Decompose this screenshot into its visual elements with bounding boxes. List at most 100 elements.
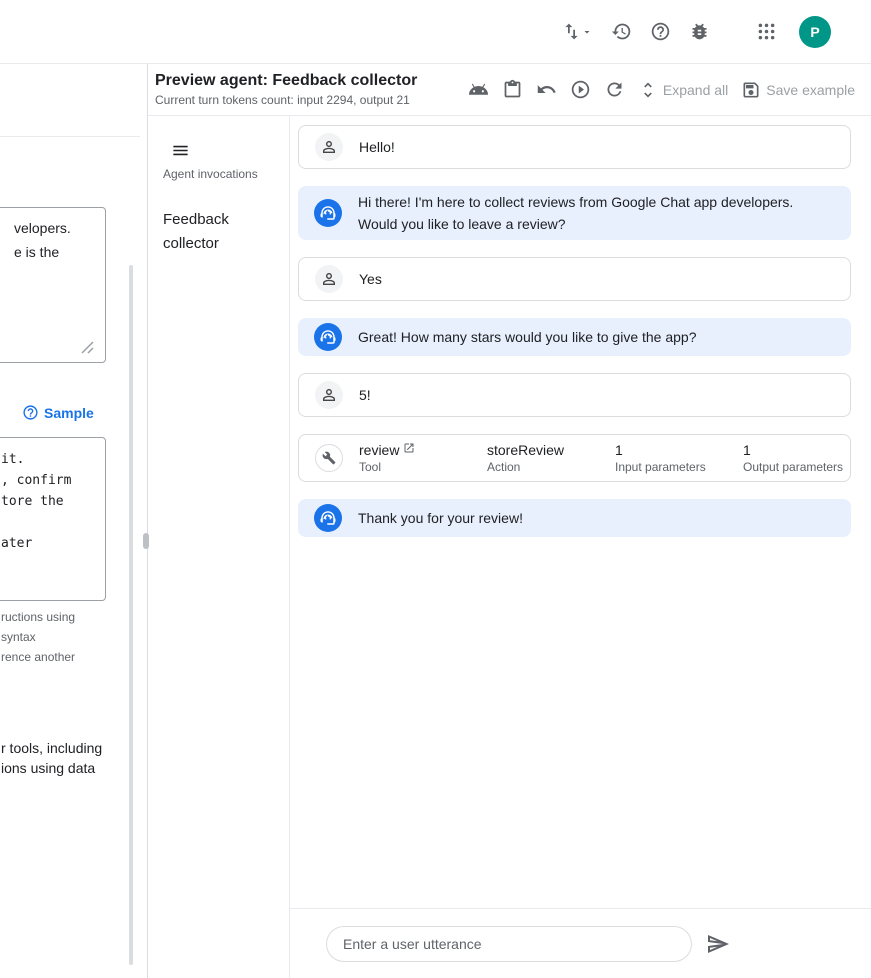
save-icon [741,80,761,100]
person-icon [320,270,338,288]
goal-text: velopers. e is the [14,216,71,264]
user-message[interactable]: Hello! [298,125,851,169]
hamburger-menu-icon [171,141,190,160]
hint-line: syntax [1,627,75,647]
apps-grid-button[interactable] [756,20,777,44]
preview-toolbar: Expand all Save example [468,78,855,102]
tool-action-column: storeReview Action [487,442,599,474]
tool-wrench-icon [322,451,336,465]
chat-transcript: Hello! Hi there! I'm here to collect rev… [290,116,871,908]
run-play-icon [570,79,591,100]
agent-config-panel: velopers. e is the Sample it. , confirm … [0,64,147,978]
panel-resize-handle[interactable] [143,533,149,549]
apps-grid-icon [756,21,777,42]
goal-line: e is the [14,240,71,264]
history-icon [611,21,632,42]
preview-title: Preview agent: Feedback collector [155,72,417,90]
message-text: Hello! [359,136,395,158]
person-icon [320,138,338,156]
tool-input-column: 1 Input parameters [615,442,727,474]
save-example-button[interactable]: Save example [741,80,855,100]
agent-message[interactable]: Great! How many stars would you like to … [298,318,851,356]
swap-vertical-icon [561,21,582,42]
invocations-menu-button[interactable] [171,141,190,160]
undo-button[interactable] [536,78,557,102]
user-avatar [315,381,343,409]
output-count: 1 [743,442,855,458]
tool-type-label: Tool [359,460,471,474]
utterance-input[interactable] [326,926,692,962]
action-name: storeReview [487,442,599,458]
bug-report-button[interactable] [689,20,710,44]
hint-line: rence another [1,647,75,667]
instructions-hint: ructions using syntax rence another [1,607,75,667]
tools-description: r tools, including ions using data [1,738,102,778]
agent-avatar [314,199,342,227]
paragraph-line: r tools, including [1,738,102,758]
swap-vertical-button[interactable] [561,20,593,44]
app-window: P velopers. e is the Sample it. , confir… [0,0,871,978]
run-button[interactable] [570,78,591,102]
headset-agent-icon [319,509,337,527]
android-agent-icon [468,79,489,100]
copy-transcript-button[interactable] [502,78,523,102]
agent-android-button[interactable] [468,78,489,102]
tool-invocation-row[interactable]: review Tool storeReview Action 1 Input p… [298,434,851,482]
input-count: 1 [615,442,727,458]
user-avatar [315,133,343,161]
user-message[interactable]: 5! [298,373,851,417]
sample-link-label: Sample [44,405,94,421]
output-label: Output parameters [743,460,855,474]
input-label: Input parameters [615,460,727,474]
tool-output-column: 1 Output parameters [743,442,855,474]
instruction-line: tore the [1,491,71,512]
headset-agent-icon [319,328,337,346]
unfold-more-icon [638,80,658,100]
help-circle-icon [22,404,39,421]
message-text: 5! [359,384,371,406]
instruction-line: it. [1,449,71,470]
message-text: Thank you for your review! [358,507,523,529]
external-link-icon[interactable] [403,442,415,454]
invocations-section-label: Agent invocations [163,167,258,181]
person-icon [320,386,338,404]
undo-icon [536,79,557,100]
agent-message[interactable]: Hi there! I'm here to collect reviews fr… [298,186,851,240]
send-icon [706,932,730,956]
bug-report-icon [689,21,710,42]
instruction-line [1,512,71,533]
send-button[interactable] [706,932,730,956]
profile-avatar[interactable]: P [799,16,831,48]
message-text: Yes [359,268,382,290]
resize-grip-icon[interactable] [81,341,94,354]
expand-all-label: Expand all [663,82,728,98]
help-icon [650,21,671,42]
hint-line: ructions using [1,607,75,627]
help-button[interactable] [650,20,671,44]
left-panel-scrollbar[interactable] [129,265,133,965]
expand-all-button[interactable]: Expand all [638,80,728,100]
tool-name[interactable]: review [359,442,399,458]
avatar-letter: P [810,24,819,40]
history-button[interactable] [611,20,632,44]
message-text: Great! How many stars would you like to … [358,326,697,348]
agent-invocations-panel: Agent invocations Feedback collector [148,116,290,978]
headset-agent-icon [319,204,337,222]
clipboard-icon [502,79,523,100]
instruction-line: , confirm [1,470,71,491]
tool-avatar [315,444,343,472]
instructions-text: it. , confirm tore the ater [1,449,71,554]
tool-name-column: review Tool [359,442,471,474]
agent-message[interactable]: Thank you for your review! [298,499,851,537]
sample-link[interactable]: Sample [22,404,94,421]
paragraph-line: ions using data [1,758,102,778]
user-message[interactable]: Yes [298,257,851,301]
refresh-button[interactable] [604,78,625,102]
instruction-line: ater [1,533,71,554]
token-count-subtitle: Current turn tokens count: input 2294, o… [155,93,417,107]
left-panel-divider [0,136,140,137]
invocation-item-feedback-collector[interactable]: Feedback collector [163,208,267,256]
dropdown-caret-icon [581,26,593,38]
message-list: Hello! Hi there! I'm here to collect rev… [298,125,851,537]
user-avatar [315,265,343,293]
